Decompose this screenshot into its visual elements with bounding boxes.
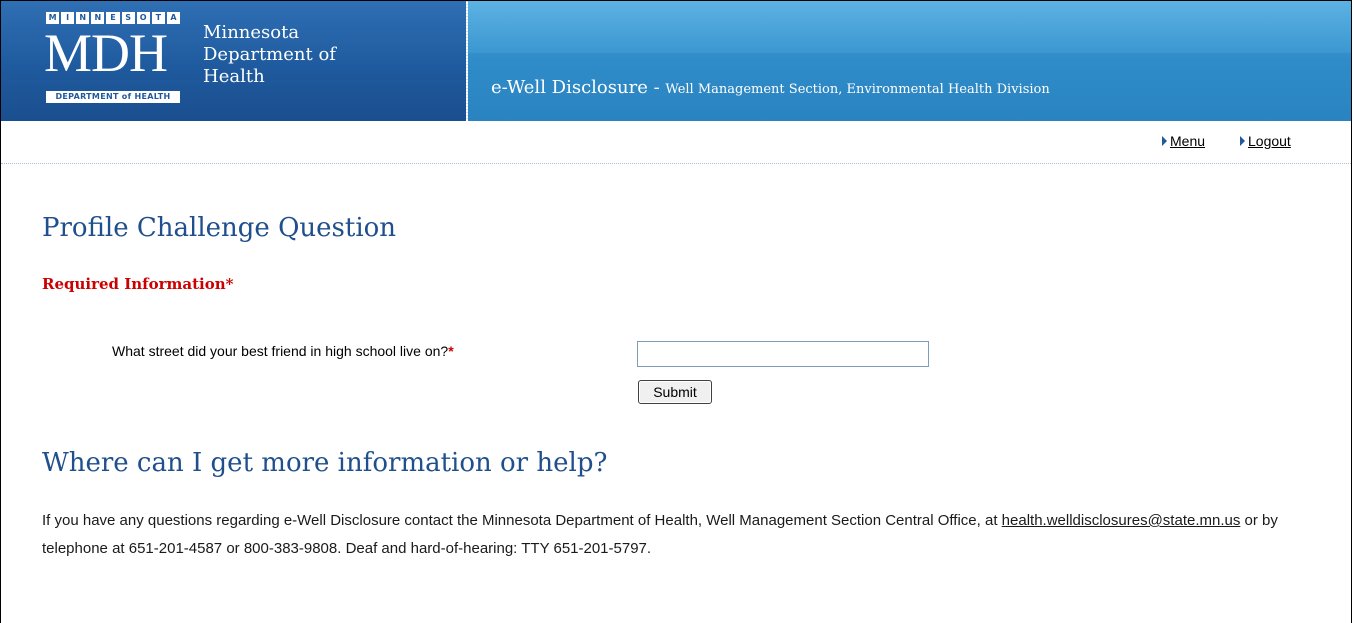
arrow-right-icon (1240, 136, 1245, 146)
page-title: Profile Challenge Question (42, 213, 397, 243)
department-name-line3: Health (203, 66, 265, 87)
required-information-label: Required Information* (42, 275, 234, 293)
logout-link[interactable]: Logout (1240, 133, 1291, 149)
required-information-text: Required Information (42, 275, 226, 293)
logout-link-label: Logout (1248, 133, 1291, 149)
app-title-separator: - (647, 77, 666, 98)
required-marker: * (225, 275, 234, 293)
department-name-line2: Department of (203, 44, 336, 65)
department-name-line1: Minnesota (203, 22, 300, 43)
arrow-right-icon (1162, 136, 1167, 146)
help-email-link[interactable]: health.welldisclosures@state.mn.us (1002, 512, 1241, 529)
logo-department-text: DEPARTMENT of HEALTH (46, 91, 180, 103)
logo-mark: MDH (44, 23, 168, 83)
app-title: e-Well Disclosure - Well Management Sect… (491, 77, 1050, 98)
submit-button[interactable]: Submit (638, 380, 712, 404)
app-name: e-Well Disclosure (491, 77, 648, 98)
required-marker: * (448, 343, 454, 359)
mdh-logo[interactable]: M I N N E S O T A MDH DEPARTMENT of HEAL… (44, 12, 184, 107)
challenge-question-label: What street did your best friend in high… (112, 343, 454, 359)
menu-link-label: Menu (1170, 133, 1206, 149)
app-subtitle: Well Management Section, Environmental H… (665, 82, 1050, 97)
site-header: M I N N E S O T A MDH DEPARTMENT of HEAL… (1, 1, 1351, 121)
department-name: Minnesota Department of Health (203, 22, 336, 88)
challenge-answer-input[interactable] (637, 341, 929, 367)
challenge-question-text: What street did your best friend in high… (112, 343, 449, 359)
help-text-intro: If you have any questions regarding e-We… (42, 512, 1002, 529)
help-paragraph: If you have any questions regarding e-We… (42, 507, 1312, 563)
app-banner-highlight (468, 1, 1351, 53)
menu-link[interactable]: Menu (1162, 133, 1205, 149)
top-nav: Menu Logout (1, 121, 1351, 164)
help-heading: Where can I get more information or help… (42, 448, 608, 478)
